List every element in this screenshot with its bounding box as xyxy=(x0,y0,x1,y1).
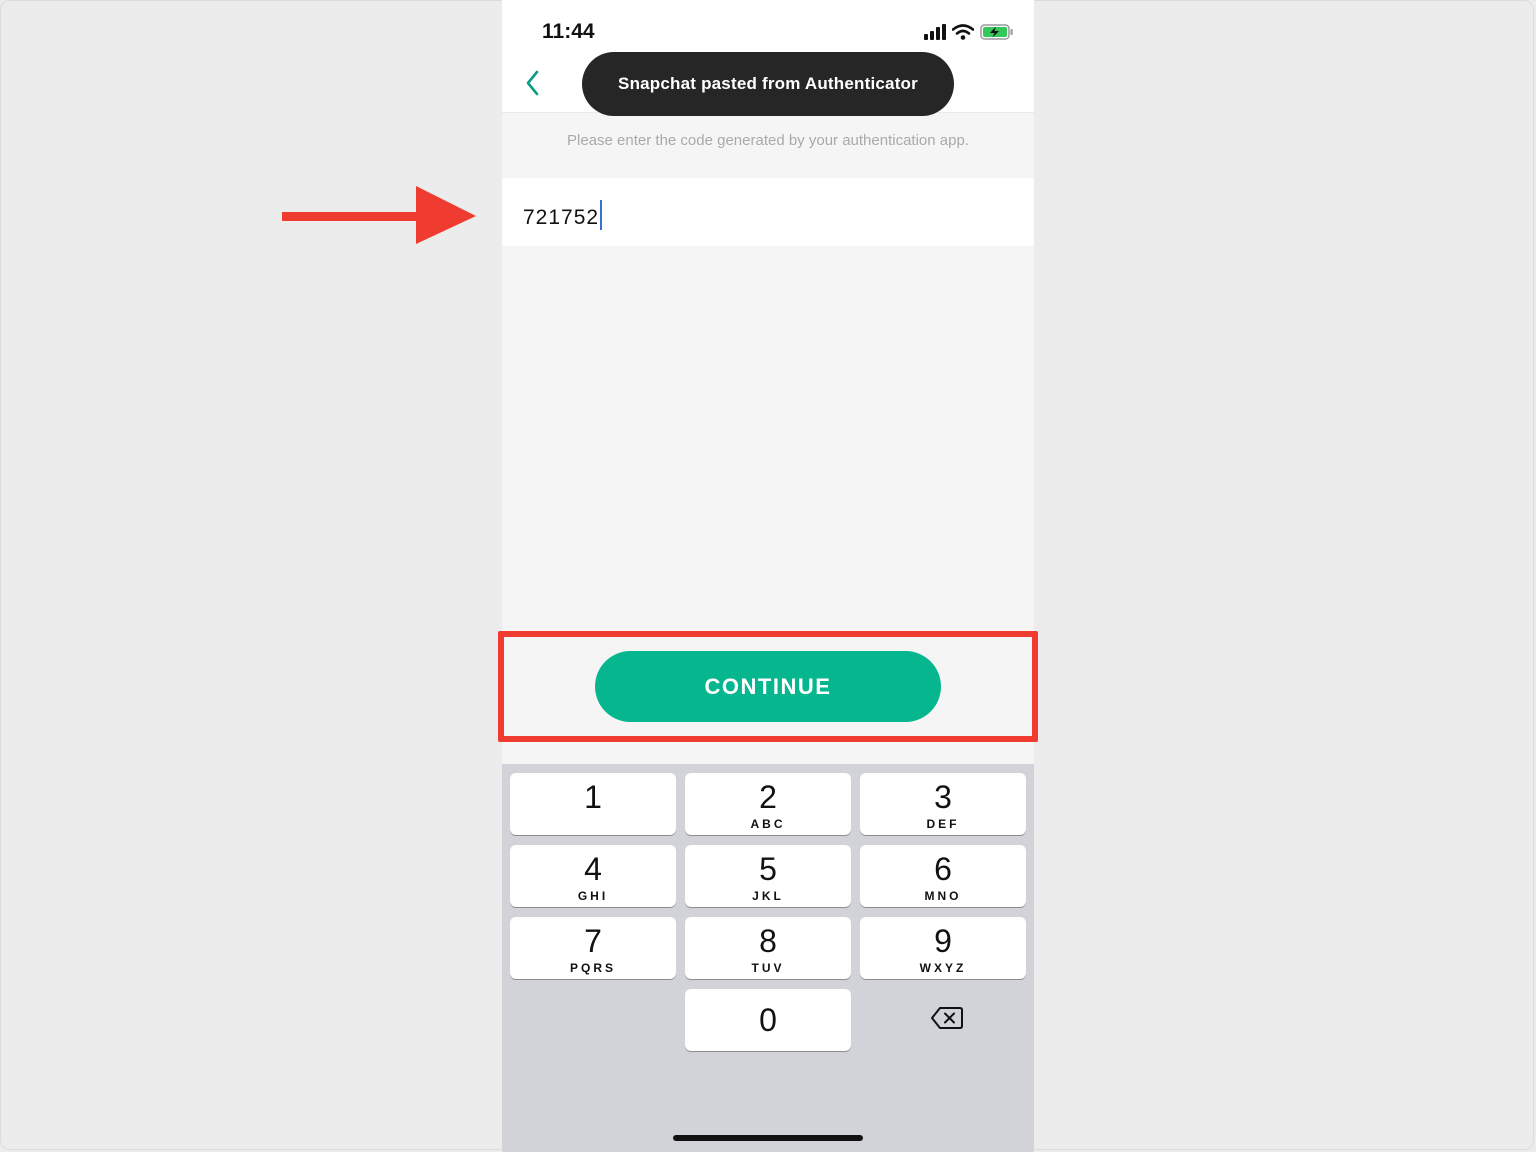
key-5[interactable]: 5 JKL xyxy=(685,845,851,907)
key-9[interactable]: 9 WXYZ xyxy=(860,917,1026,979)
key-digit: 2 xyxy=(759,779,777,815)
key-digit: 0 xyxy=(759,1002,777,1038)
annotation-arrow-icon xyxy=(282,186,476,244)
key-0[interactable]: 0 xyxy=(685,989,851,1051)
key-8[interactable]: 8 TUV xyxy=(685,917,851,979)
key-digit: 1 xyxy=(584,779,602,815)
wifi-icon xyxy=(952,24,974,40)
phone-screen: 11:44 Snapchat pasted from Authenticator… xyxy=(502,0,1034,1152)
key-letters: MNO xyxy=(924,889,962,903)
instruction-text: Please enter the code generated by your … xyxy=(567,132,969,149)
numeric-keypad: 1 2 ABC 3 DEF 4 GHI 5 JKL 6 MNO 7 PQRS 8… xyxy=(502,764,1034,1152)
key-digit: 3 xyxy=(934,779,952,815)
code-input-value[interactable]: 721752 xyxy=(523,200,603,230)
back-button[interactable] xyxy=(516,66,550,100)
key-letters: JKL xyxy=(752,889,784,903)
home-indicator xyxy=(673,1135,863,1141)
key-digit: 6 xyxy=(934,851,952,887)
key-letters: WXYZ xyxy=(919,961,967,975)
key-2[interactable]: 2 ABC xyxy=(685,773,851,835)
backspace-icon xyxy=(931,1007,963,1029)
key-letters: ABC xyxy=(750,817,786,831)
key-6[interactable]: 6 MNO xyxy=(860,845,1026,907)
key-4[interactable]: 4 GHI xyxy=(510,845,676,907)
annotation-highlight-box xyxy=(498,631,1038,742)
key-letters: TUV xyxy=(751,961,785,975)
key-1[interactable]: 1 xyxy=(510,773,676,835)
key-3[interactable]: 3 DEF xyxy=(860,773,1026,835)
key-7[interactable]: 7 PQRS xyxy=(510,917,676,979)
battery-charging-icon xyxy=(980,24,1013,40)
key-digit: 7 xyxy=(584,923,602,959)
key-digit: 5 xyxy=(759,851,777,887)
key-letters: GHI xyxy=(577,889,609,903)
key-letters: DEF xyxy=(926,817,960,831)
code-text: 721752 xyxy=(523,206,600,229)
key-digit: 8 xyxy=(759,923,777,959)
code-input-field[interactable]: 721752 xyxy=(502,178,1034,246)
chevron-left-icon xyxy=(526,70,539,96)
key-digit: 4 xyxy=(584,851,602,887)
paste-toast: Snapchat pasted from Authenticator xyxy=(582,52,954,116)
status-time: 11:44 xyxy=(542,20,595,43)
key-digit: 9 xyxy=(934,923,952,959)
key-letters: PQRS xyxy=(569,961,616,975)
status-bar: 11:44 xyxy=(502,0,1034,60)
text-caret xyxy=(600,200,603,230)
delete-key[interactable] xyxy=(927,1001,967,1035)
signal-icon xyxy=(924,24,946,40)
status-icons xyxy=(924,22,1014,42)
